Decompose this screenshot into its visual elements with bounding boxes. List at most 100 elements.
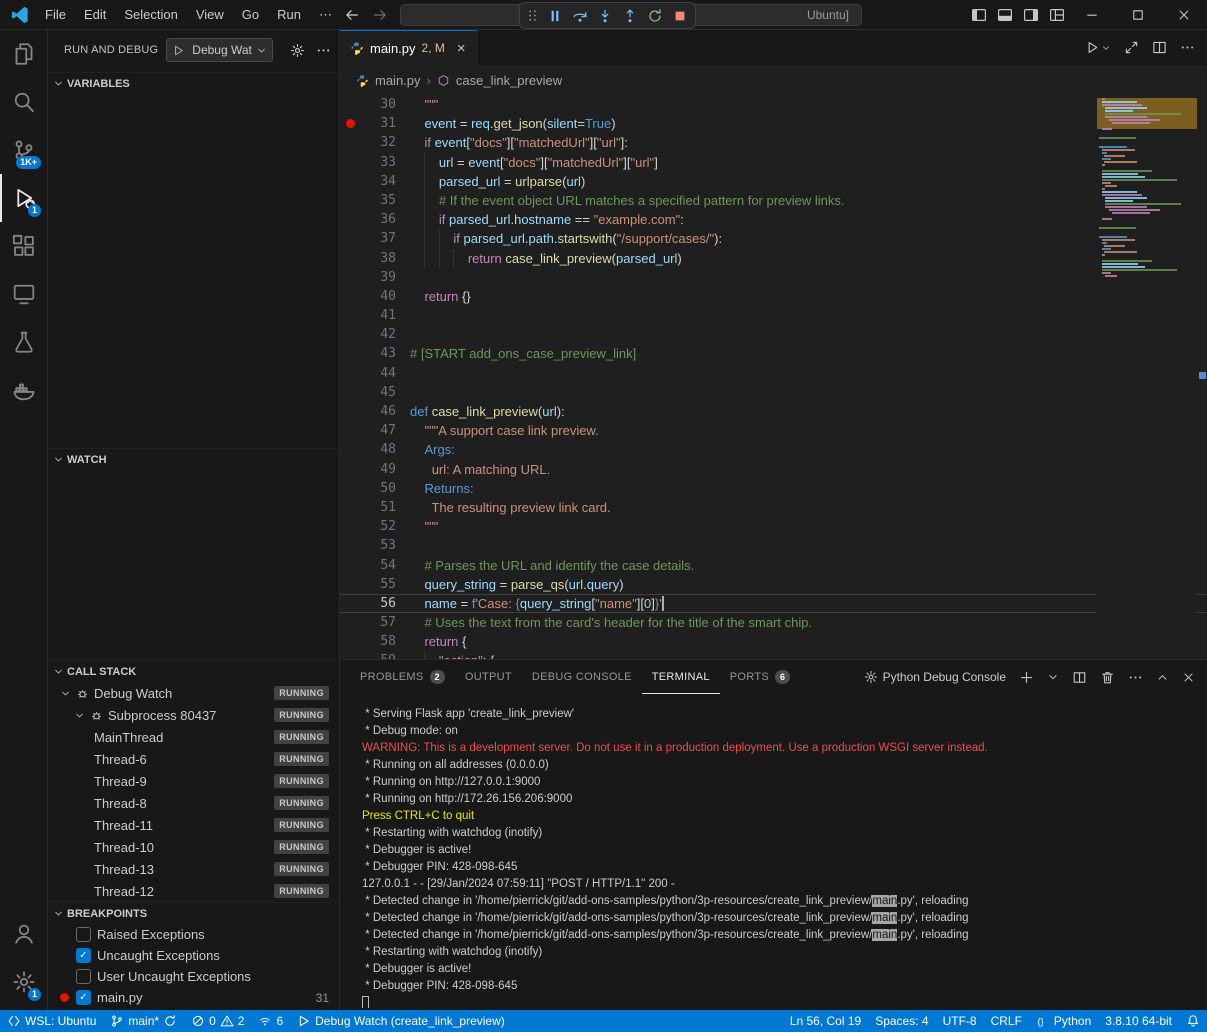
- maximize-button[interactable]: [1115, 0, 1161, 29]
- section-watch[interactable]: WATCH: [48, 448, 339, 470]
- section-variables[interactable]: VARIABLES: [48, 72, 339, 94]
- split-editor-button[interactable]: [1152, 40, 1167, 55]
- activity-run-and-debug[interactable]: 1: [0, 174, 47, 222]
- step-out-button[interactable]: [617, 4, 642, 27]
- close-panel-button[interactable]: [1182, 671, 1195, 684]
- status-indentation[interactable]: Spaces: 4: [868, 1010, 935, 1032]
- call-stack-item[interactable]: MainThreadRUNNING: [48, 726, 339, 748]
- checkbox[interactable]: [76, 927, 91, 942]
- menu-more[interactable]: ⋯: [310, 4, 341, 26]
- more-actions-icon[interactable]: [316, 43, 331, 58]
- breakpoint-margin[interactable]: [340, 191, 360, 210]
- step-into-button[interactable]: [592, 4, 617, 27]
- call-stack-item[interactable]: Debug WatchRUNNING: [48, 682, 339, 704]
- breakpoint-item[interactable]: User Uncaught Exceptions: [48, 966, 339, 987]
- breakpoint-margin[interactable]: [340, 287, 360, 306]
- breakpoint-margin[interactable]: [340, 344, 360, 363]
- call-stack-item[interactable]: Thread-12RUNNING: [48, 880, 339, 902]
- close-button[interactable]: [1161, 0, 1207, 29]
- status-ports[interactable]: 6: [251, 1010, 290, 1032]
- stop-button[interactable]: [667, 4, 692, 27]
- breakpoint-margin[interactable]: [340, 364, 360, 383]
- breakpoint-item[interactable]: ✓main.py31: [48, 987, 339, 1008]
- breakpoint-margin[interactable]: [340, 575, 360, 594]
- status-cursor-position[interactable]: Ln 56, Col 19: [783, 1010, 868, 1032]
- status-eol[interactable]: CRLF: [984, 1010, 1029, 1032]
- checkbox[interactable]: [76, 969, 91, 984]
- activity-remote-explorer[interactable]: [0, 270, 47, 318]
- breakpoint-margin[interactable]: [340, 153, 360, 172]
- code-area[interactable]: 30 """31 event = req.get_json(silent=Tru…: [340, 95, 1207, 659]
- status-debug-session[interactable]: Debug Watch (create_link_preview): [290, 1010, 512, 1032]
- activity-accounts[interactable]: [0, 910, 47, 958]
- panel-tab-problems[interactable]: PROBLEMS2: [350, 660, 455, 694]
- call-stack-item[interactable]: Thread-9RUNNING: [48, 770, 339, 792]
- breakpoint-margin[interactable]: [340, 95, 360, 114]
- panel-right-toggle-icon[interactable]: [1023, 7, 1039, 23]
- panel-bottom-toggle-icon[interactable]: [997, 7, 1013, 23]
- minimize-button[interactable]: [1069, 0, 1115, 29]
- breakpoint-item[interactable]: ✓Uncaught Exceptions: [48, 945, 339, 966]
- tab-close-button[interactable]: ×: [457, 41, 466, 56]
- pause-button[interactable]: [542, 4, 567, 27]
- breakpoint-margin[interactable]: [340, 479, 360, 498]
- menu-go[interactable]: Go: [233, 4, 268, 26]
- tab-main-py[interactable]: main.py 2, M ×: [340, 30, 477, 65]
- terminal-dropdown-button[interactable]: [1047, 671, 1059, 683]
- activity-extensions[interactable]: [0, 222, 47, 270]
- breakpoint-margin[interactable]: [340, 133, 360, 152]
- breakpoint-margin[interactable]: [340, 632, 360, 651]
- breakpoint-margin[interactable]: [340, 383, 360, 402]
- menu-view[interactable]: View: [187, 4, 233, 26]
- panel-tab-ports[interactable]: PORTS6: [720, 660, 801, 694]
- status-python-version[interactable]: 3.8.10 64-bit: [1098, 1010, 1179, 1032]
- minimap[interactable]: [1097, 95, 1197, 659]
- breakpoint-margin[interactable]: [340, 613, 360, 632]
- breakpoint-margin[interactable]: [340, 651, 360, 659]
- panel-tab-debug-console[interactable]: DEBUG CONSOLE: [522, 660, 642, 694]
- breakpoint-margin[interactable]: [340, 556, 360, 575]
- menu-selection[interactable]: Selection: [115, 4, 186, 26]
- breadcrumb-file[interactable]: main.py: [375, 73, 421, 88]
- breakpoint-margin[interactable]: [340, 460, 360, 479]
- breakpoint-margin[interactable]: [340, 249, 360, 268]
- panel-tab-terminal[interactable]: TERMINAL: [642, 660, 720, 694]
- breadcrumb-symbol[interactable]: case_link_preview: [456, 73, 562, 88]
- call-stack-item[interactable]: Thread-8RUNNING: [48, 792, 339, 814]
- checkbox[interactable]: ✓: [76, 948, 91, 963]
- call-stack-item[interactable]: Thread-13RUNNING: [48, 858, 339, 880]
- status-notifications[interactable]: [1179, 1010, 1207, 1032]
- breakpoint-margin[interactable]: [340, 402, 360, 421]
- breakpoint-margin[interactable]: [340, 306, 360, 325]
- status-problems[interactable]: 02: [184, 1010, 251, 1032]
- more-actions-icon[interactable]: [1128, 670, 1143, 685]
- new-terminal-button[interactable]: [1019, 670, 1034, 685]
- breakpoint-margin[interactable]: [340, 268, 360, 287]
- call-stack-item[interactable]: Thread-6RUNNING: [48, 748, 339, 770]
- status-branch[interactable]: main*: [103, 1010, 184, 1032]
- call-stack-item[interactable]: Subprocess 80437RUNNING: [48, 704, 339, 726]
- kill-terminal-button[interactable]: [1100, 670, 1115, 685]
- run-python-file-button[interactable]: [1085, 40, 1111, 55]
- menu-run[interactable]: Run: [268, 4, 310, 26]
- breakpoint-margin[interactable]: [340, 536, 360, 555]
- breakpoint-margin[interactable]: [340, 172, 360, 191]
- section-call-stack[interactable]: CALL STACK: [48, 660, 339, 682]
- checkbox[interactable]: ✓: [76, 990, 91, 1005]
- start-debugging-button[interactable]: [167, 39, 190, 61]
- forward-button[interactable]: [372, 7, 388, 23]
- split-terminal-button[interactable]: [1072, 670, 1087, 685]
- drag-handle-icon[interactable]: [525, 8, 540, 23]
- breakpoint-margin[interactable]: [340, 114, 360, 133]
- status-remote[interactable]: WSL: Ubuntu: [0, 1010, 103, 1032]
- maximize-panel-button[interactable]: [1156, 671, 1169, 684]
- panel-left-toggle-icon[interactable]: [971, 7, 987, 23]
- active-terminal-item[interactable]: Python Debug Console: [864, 670, 1006, 684]
- panel-tab-output[interactable]: OUTPUT: [455, 660, 522, 694]
- back-button[interactable]: [344, 7, 360, 23]
- status-language[interactable]: {}Python: [1029, 1010, 1098, 1032]
- open-changes-button[interactable]: [1124, 40, 1139, 55]
- breakpoint-item[interactable]: Raised Exceptions: [48, 924, 339, 945]
- breakpoint-margin[interactable]: [340, 594, 360, 613]
- breakpoint-margin[interactable]: [340, 229, 360, 248]
